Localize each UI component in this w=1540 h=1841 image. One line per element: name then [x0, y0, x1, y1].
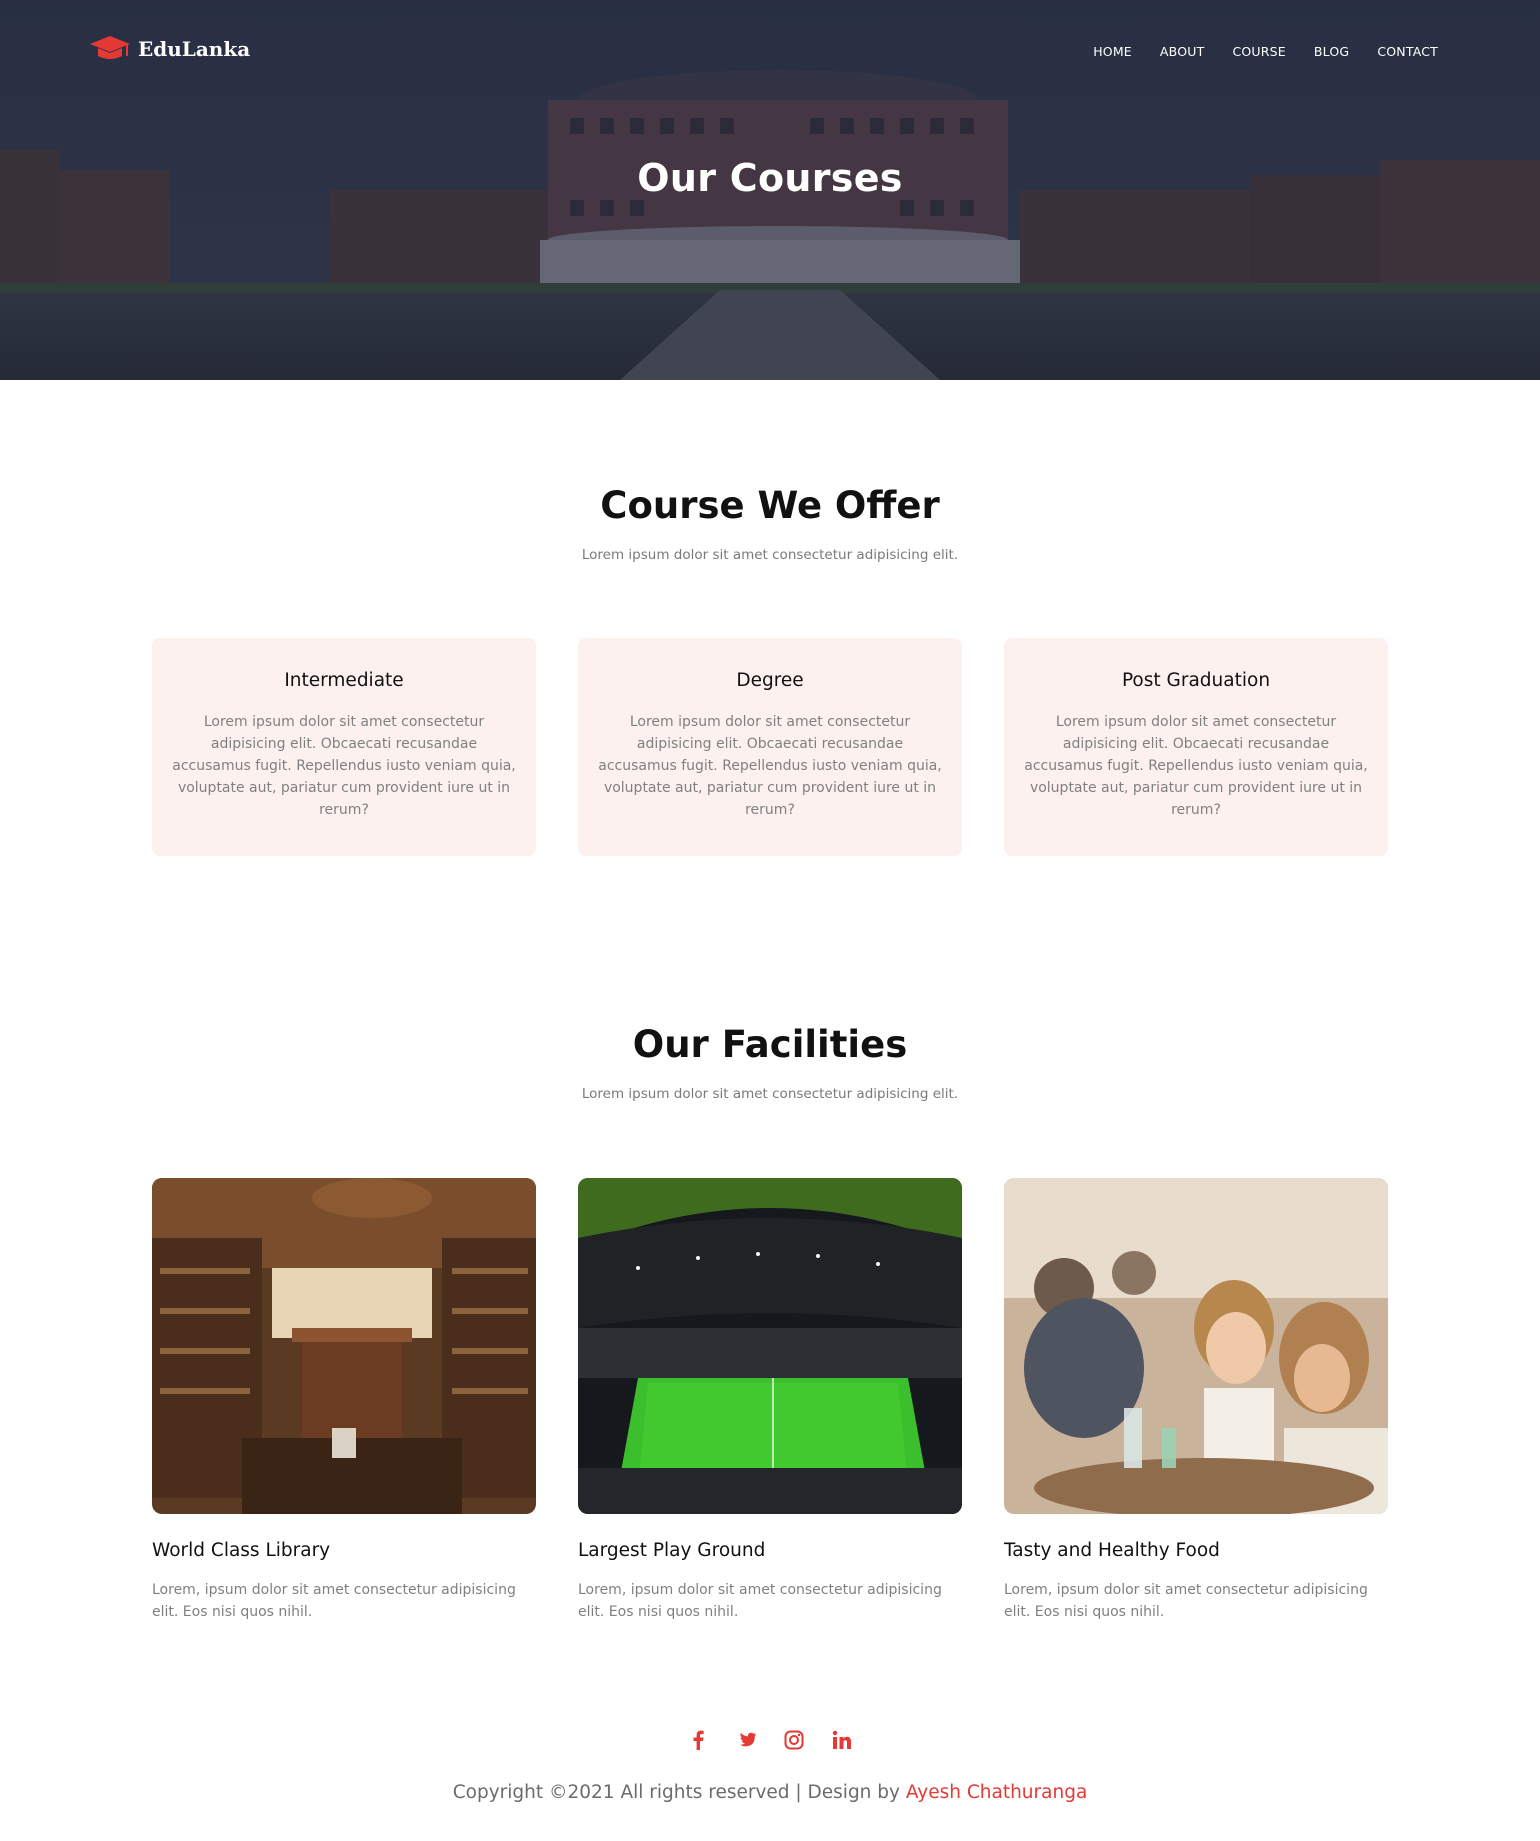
course-description: Lorem ipsum dolor sit amet consectetur a…: [1024, 714, 1368, 818]
social-links: [0, 1729, 1540, 1751]
facility-card-food: Tasty and Healthy Food Lorem, ipsum dolo…: [1004, 1178, 1388, 1623]
nav-course[interactable]: COURSE: [1232, 44, 1285, 59]
library-photo: [152, 1178, 536, 1514]
facebook-icon[interactable]: [687, 1729, 709, 1751]
nav-contact[interactable]: CONTACT: [1377, 44, 1438, 59]
graduation-cap-icon: [90, 36, 130, 59]
course-description: Lorem ipsum dolor sit amet consectetur a…: [598, 714, 942, 818]
author-link[interactable]: Ayesh Chathuranga: [906, 1782, 1087, 1803]
facility-title: World Class Library: [152, 1540, 331, 1561]
brand-logo[interactable]: EduLanka: [88, 30, 250, 68]
courses-title: Course We Offer: [600, 484, 940, 527]
dining-photo: [1004, 1178, 1388, 1514]
course-card-degree: Degree Lorem ipsum dolor sit amet consec…: [578, 638, 962, 856]
course-title: Degree: [736, 670, 804, 691]
course-title: Post Graduation: [1121, 670, 1271, 691]
facility-description: Lorem, ipsum dolor sit amet consectetur …: [152, 1582, 516, 1620]
stadium-photo: [578, 1178, 962, 1514]
nav-about[interactable]: ABOUT: [1160, 44, 1205, 59]
linkedin-icon[interactable]: [831, 1729, 853, 1751]
nav-blog[interactable]: BLOG: [1314, 44, 1349, 59]
facility-description: Lorem, ipsum dolor sit amet consectetur …: [578, 1582, 942, 1620]
facility-description: Lorem, ipsum dolor sit amet consectetur …: [1004, 1582, 1368, 1620]
hero-title: Our Courses: [637, 156, 903, 200]
course-title: Intermediate: [284, 670, 404, 691]
course-description: Lorem ipsum dolor sit amet consectetur a…: [172, 714, 516, 818]
nav-home[interactable]: HOME: [1093, 44, 1132, 59]
facility-card-library: World Class Library Lorem, ipsum dolor s…: [152, 1178, 536, 1623]
facility-title: Tasty and Healthy Food: [1004, 1540, 1220, 1561]
facility-title: Largest Play Ground: [578, 1540, 766, 1561]
brand-name: EduLanka: [138, 37, 251, 61]
course-card-post-graduation: Post Graduation Lorem ipsum dolor sit am…: [1004, 638, 1388, 856]
hero-banner: EduLanka HOME ABOUT COURSE BLOG CONTACT …: [0, 0, 1540, 380]
course-card-intermediate: Intermediate Lorem ipsum dolor sit amet …: [152, 638, 536, 856]
facilities-title: Our Facilities: [632, 1023, 908, 1066]
copyright-text: Copyright ©2021 All rights reserved | De…: [452, 1782, 900, 1803]
main-nav: HOME ABOUT COURSE BLOG CONTACT: [1093, 44, 1438, 59]
courses-subtitle: Lorem ipsum dolor sit amet consectetur a…: [581, 547, 959, 563]
instagram-icon[interactable]: [783, 1729, 805, 1751]
copyright: Copyright ©2021 All rights reserved | De…: [0, 1782, 1540, 1803]
facilities-subtitle: Lorem ipsum dolor sit amet consectetur a…: [581, 1086, 959, 1102]
facility-card-playground: Largest Play Ground Lorem, ipsum dolor s…: [578, 1178, 962, 1623]
twitter-icon[interactable]: [735, 1729, 757, 1751]
